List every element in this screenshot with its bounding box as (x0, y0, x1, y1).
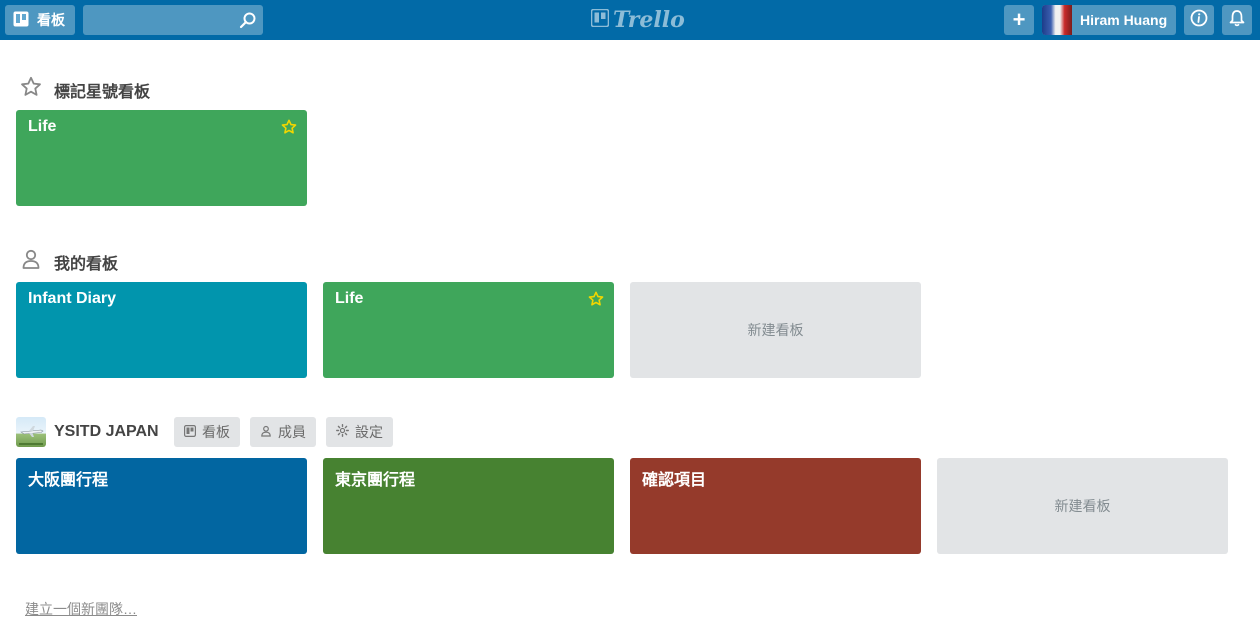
starred-boards-header: 標記星號看板 (20, 76, 150, 103)
board-title: 東京團行程 (335, 472, 416, 489)
board-tile-life-starred[interactable]: Life (16, 110, 307, 206)
my-boards-header: 我的看板 (20, 248, 118, 275)
board-title: 確認項目 (642, 472, 707, 489)
team-logo (16, 417, 46, 447)
board-title: Life (335, 290, 364, 307)
team-settings-tab-label: 設定 (355, 424, 383, 440)
board-icon (184, 424, 197, 440)
search-input[interactable] (83, 5, 263, 35)
user-name: Hiram Huang (1080, 12, 1168, 28)
search-box[interactable] (83, 5, 263, 35)
team-members-tab-label: 成員 (278, 424, 306, 440)
team-header: YSITD JAPAN (16, 417, 159, 447)
trello-logo-text: Trello (613, 7, 685, 33)
create-team-board-tile[interactable]: 新建看板 (937, 458, 1228, 554)
board-icon (13, 11, 29, 30)
create-board-label: 新建看板 (1054, 498, 1111, 514)
create-board-label: 新建看板 (747, 322, 804, 338)
my-boards-title: 我的看板 (54, 255, 119, 273)
team-name: YSITD JAPAN (54, 423, 159, 440)
trello-logo[interactable]: Trello (590, 7, 685, 33)
person-icon (20, 248, 42, 275)
star-icon[interactable] (588, 291, 604, 312)
board-tile-tokyo[interactable]: 東京團行程 (323, 458, 614, 554)
team-boards-tab[interactable]: 看板 (174, 417, 240, 447)
member-icon (260, 424, 272, 440)
info-icon (1190, 9, 1208, 32)
boards-button-label: 看板 (37, 12, 65, 28)
create-board-tile[interactable]: 新建看板 (630, 282, 921, 378)
user-menu-button[interactable]: Hiram Huang (1042, 5, 1176, 35)
team-settings-tab[interactable]: 設定 (326, 417, 393, 447)
starred-boards-title: 標記星號看板 (54, 83, 151, 101)
trello-logo-icon (590, 7, 610, 33)
board-tile-checklist[interactable]: 確認項目 (630, 458, 921, 554)
boards-button[interactable]: 看板 (5, 5, 75, 35)
info-button[interactable] (1184, 5, 1214, 35)
star-outline-icon (20, 76, 42, 103)
notifications-button[interactable] (1222, 5, 1252, 35)
gear-icon (336, 424, 349, 440)
avatar (1042, 5, 1072, 35)
board-title: Infant Diary (28, 290, 117, 307)
board-title: Life (28, 118, 57, 135)
board-tile-life[interactable]: Life (323, 282, 614, 378)
plus-icon: + (1012, 7, 1026, 32)
board-tile-osaka[interactable]: 大阪團行程 (16, 458, 307, 554)
board-tile-infant-diary[interactable]: Infant Diary (16, 282, 307, 378)
bell-icon (1229, 9, 1245, 32)
team-boards-tab-label: 看板 (202, 424, 230, 440)
team-members-tab[interactable]: 成員 (250, 417, 316, 447)
create-team-link[interactable]: 建立一個新團隊… (25, 599, 137, 619)
star-icon[interactable] (281, 119, 297, 140)
board-title: 大阪團行程 (28, 472, 109, 489)
top-nav-bar: 看板 Trello + Hiram Huang (0, 0, 1260, 40)
search-icon[interactable] (239, 11, 257, 34)
add-button[interactable]: + (1004, 5, 1034, 35)
